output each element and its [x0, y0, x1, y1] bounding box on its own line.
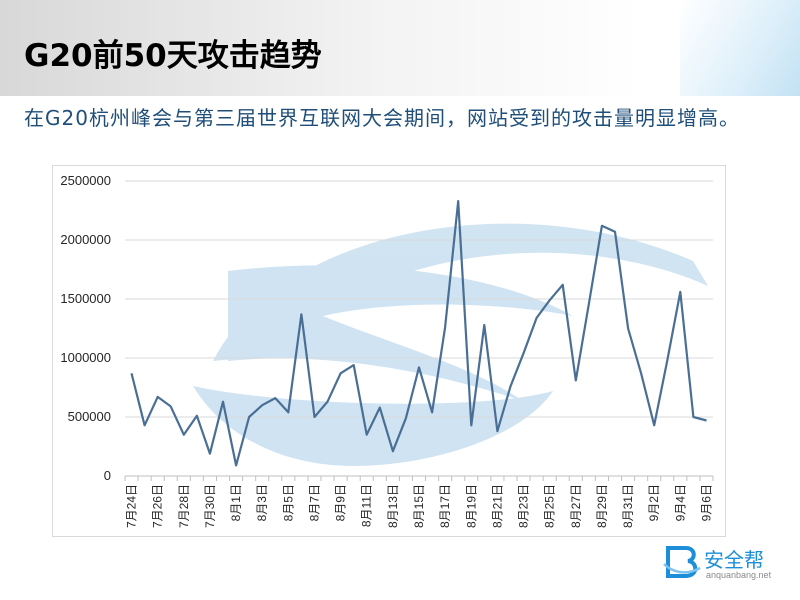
- y-tick-label: 1000000: [60, 350, 111, 365]
- x-tick-label: 7月26日: [151, 484, 165, 528]
- x-tick-label: 7月30日: [203, 484, 217, 528]
- x-tick-label: 8月1日: [229, 484, 243, 521]
- x-tick-label: 9月6日: [699, 484, 713, 521]
- x-tick-label: 8月5日: [281, 484, 295, 521]
- x-tick-label: 8月21日: [490, 484, 504, 528]
- page-subtitle: 在G20杭州峰会与第三届世界互联网大会期间，网站受到的攻击量明显增高。: [24, 106, 740, 130]
- x-tick-label: 7月24日: [125, 484, 139, 528]
- x-tick-label: 8月19日: [464, 484, 478, 528]
- x-tick-label: 9月4日: [673, 484, 687, 521]
- b-letter-logo-icon: [663, 546, 701, 578]
- x-tick-label: 8月9日: [334, 484, 348, 521]
- brand-url: anquanbang.net: [706, 570, 772, 580]
- x-tick-label: 8月23日: [517, 484, 531, 528]
- watermark-logo: [193, 223, 708, 466]
- y-tick-label: 2500000: [60, 173, 111, 188]
- x-tick-label: 8月29日: [595, 484, 609, 528]
- x-tick-label: 7月28日: [177, 484, 191, 528]
- brand-logo: 安全帮 anquanbang.net: [662, 540, 782, 588]
- x-tick-label: 8月17日: [438, 484, 452, 528]
- x-tick-label: 8月11日: [360, 484, 374, 527]
- x-tick-label: 8月7日: [307, 484, 321, 521]
- brand-name: 安全帮: [704, 548, 764, 572]
- y-axis-ticks: 0 500000 1000000 1500000 2000000 2500000: [60, 173, 111, 483]
- y-tick-label: 1500000: [60, 291, 111, 306]
- x-axis-ticks: 7月24日 7月26日 7月28日 7月30日 8月1日 8月3日 8月5日 8月7日 8月9日…: [124, 476, 714, 528]
- x-tick-label: 8月13日: [386, 484, 400, 528]
- x-tick-label: 8月15日: [412, 484, 426, 528]
- attack-trend-chart: 0 500000 1000000 1500000 2000000 2500000 7月24…: [60, 173, 714, 528]
- x-tick-label: 8月25日: [543, 484, 557, 528]
- page-title: G20前50天攻击趋势: [24, 38, 322, 74]
- y-tick-label: 0: [104, 468, 111, 483]
- y-tick-label: 2000000: [60, 232, 111, 247]
- y-tick-label: 500000: [68, 409, 111, 424]
- x-tick-label: 8月31日: [621, 484, 635, 528]
- x-tick-label: 8月3日: [255, 484, 269, 521]
- x-tick-label: 8月27日: [569, 484, 583, 528]
- watermark-swoosh-middle: [228, 265, 573, 401]
- x-tick-label: 9月2日: [647, 484, 661, 521]
- chart-container: 0 500000 1000000 1500000 2000000 2500000 7月24…: [52, 165, 726, 537]
